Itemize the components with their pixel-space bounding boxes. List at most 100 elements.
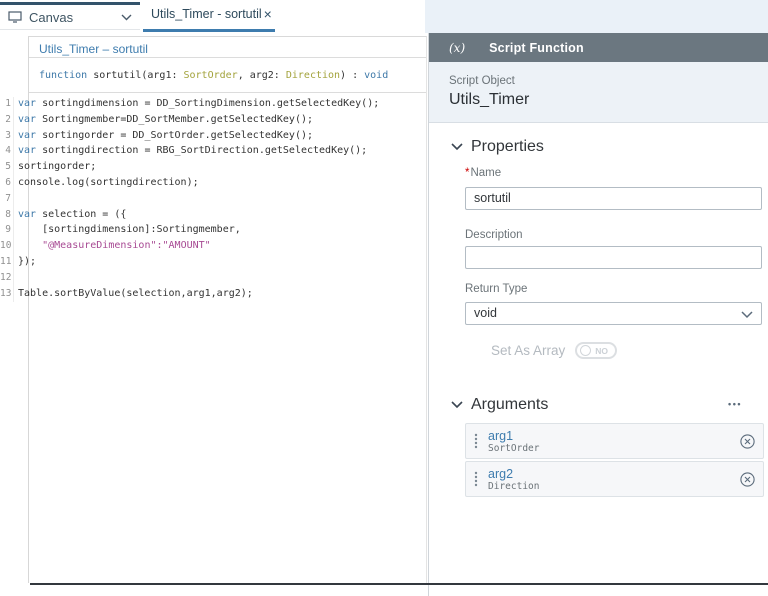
code-token: var	[18, 129, 43, 141]
code-line[interactable]: 9 [sortingdimension]:Sortingmember,	[0, 223, 426, 240]
code-line[interactable]: 8 var selection = ({	[0, 207, 426, 224]
code-token: function	[39, 70, 88, 81]
toggle-state-label: NO	[595, 345, 609, 356]
line-number: 6	[0, 175, 14, 192]
code-token: var	[18, 208, 43, 220]
description-label: Description	[465, 229, 523, 241]
arguments-overflow-menu[interactable]: •••	[728, 399, 742, 409]
argument-info: arg1 SortOrder	[488, 429, 740, 454]
argument-name: arg2	[488, 466, 514, 481]
drag-handle-icon[interactable]	[474, 471, 478, 487]
drag-handle-icon[interactable]	[474, 433, 478, 449]
top-strip	[425, 0, 768, 33]
line-number: 10	[0, 239, 14, 255]
chevron-down-icon	[121, 14, 132, 20]
set-as-array-row: Set As Array NO	[491, 342, 618, 359]
argument-card-arg1[interactable]: arg1 SortOrder	[465, 423, 764, 459]
return-type-value: void	[474, 306, 497, 320]
properties-section-toggle[interactable]: Properties	[451, 138, 544, 156]
argument-type: Direction	[488, 480, 540, 492]
function-signature: function sortutil(arg1: SortOrder, arg2:…	[29, 58, 426, 93]
argument-type: SortOrder	[488, 442, 540, 454]
panel-title: Script Function	[489, 40, 584, 55]
tab-utils-timer-sortutil[interactable]: Utils_Timer - sortutil ×	[143, 2, 275, 32]
code-token: sortingorder;	[18, 161, 97, 173]
script-function-icon: (x)	[449, 40, 466, 55]
argument-name: arg1	[488, 428, 514, 443]
remove-argument-icon[interactable]	[740, 433, 755, 449]
toggle-knob	[580, 345, 592, 356]
code-line[interactable]: 11});	[0, 254, 426, 271]
window-bottom-frame	[30, 583, 768, 585]
chevron-down-icon	[451, 143, 463, 151]
code-token: sortingorder = DD_SortOrder.getSelectedK…	[42, 129, 314, 141]
canvas-dropdown-label: Canvas	[29, 9, 74, 25]
line-number: 13	[0, 286, 14, 303]
canvas-monitor-icon	[8, 11, 22, 23]
code-token: Direction	[285, 70, 341, 81]
line-number: 5	[0, 160, 14, 176]
script-object-value: Utils_Timer	[449, 91, 530, 108]
code-line[interactable]: 7	[0, 191, 426, 208]
code-token: , arg2:	[237, 70, 286, 81]
editor-breadcrumb: Utils_Timer – sortutil	[29, 37, 426, 58]
code-line[interactable]: 13 Table.sortByValue(selection,arg1,arg2)…	[0, 286, 426, 303]
code-line[interactable]: 10 "@MeasureDimension":"AMOUNT"	[0, 239, 426, 255]
return-type-label: Return Type	[465, 283, 528, 295]
tab-close-icon[interactable]: ×	[262, 7, 274, 21]
code-lines[interactable]: 1 var sortingdimension = DD_SortingDimens…	[0, 97, 426, 303]
code-token: sortutil(arg1:	[87, 70, 184, 81]
line-number: 12	[0, 270, 14, 287]
argument-card-arg2[interactable]: arg2 Direction	[465, 461, 764, 497]
line-number: 4	[0, 144, 14, 161]
name-input[interactable]: sortutil	[465, 187, 762, 210]
code-line[interactable]: 3 var sortingorder = DD_SortOrder.getSele…	[0, 128, 426, 145]
set-as-array-toggle[interactable]: NO	[575, 342, 618, 359]
chevron-down-icon	[451, 401, 463, 409]
tab-label: Utils_Timer - sortutil	[151, 7, 262, 21]
canvas-page-dropdown[interactable]: Canvas	[0, 2, 140, 30]
line-number: 2	[0, 112, 14, 129]
code-token: var	[18, 113, 43, 125]
argument-info: arg2 Direction	[488, 467, 740, 492]
line-number: 3	[0, 128, 14, 145]
chevron-down-icon	[741, 311, 753, 319]
code-line[interactable]: 1 var sortingdimension = DD_SortingDimens…	[0, 97, 426, 113]
code-token: var	[18, 145, 43, 157]
code-token: sortingdirection = RBG_SortDirection.get…	[42, 145, 368, 157]
code-line[interactable]: 2 var Sortingmember=DD_SortMember.getSele…	[0, 112, 426, 129]
code-line[interactable]: 4 var sortingdirection = RBG_SortDirectio…	[0, 144, 426, 161]
code-token: selection = ({	[42, 208, 127, 220]
arguments-heading: Arguments	[471, 396, 549, 413]
line-number: 7	[0, 191, 14, 208]
code-line[interactable]: 12	[0, 270, 426, 287]
code-token: [sortingdimension]:Sortingmember,	[18, 224, 241, 236]
name-label: *Name	[465, 167, 502, 179]
line-number: 1	[0, 97, 14, 113]
code-token: ) :	[340, 70, 365, 81]
script-function-panel: (x) Script Function Script Object Utils_…	[428, 33, 768, 596]
line-number: 8	[0, 207, 14, 224]
code-token: Sortingmember=DD_SortMember.getSelectedK…	[42, 113, 314, 125]
properties-heading: Properties	[471, 138, 544, 155]
remove-argument-icon[interactable]	[740, 471, 755, 487]
code-token: });	[18, 255, 37, 267]
script-code-editor[interactable]: Utils_Timer – sortutil function sortutil…	[0, 36, 427, 583]
code-token: sortingdimension = DD_SortingDimension.g…	[42, 98, 380, 109]
code-token: void	[364, 70, 389, 81]
code-line[interactable]: 6 console.log(sortingdirection);	[0, 175, 426, 192]
return-type-select[interactable]: void	[465, 302, 762, 325]
set-as-array-label: Set As Array	[491, 343, 566, 358]
panel-header: (x) Script Function	[429, 33, 768, 62]
script-object-block: Script Object Utils_Timer	[429, 62, 768, 123]
code-line[interactable]: 5 sortingorder;	[0, 160, 426, 176]
line-number: 11	[0, 254, 14, 271]
description-input[interactable]	[465, 246, 762, 269]
code-token: SortOrder	[183, 70, 238, 81]
line-number: 9	[0, 223, 14, 240]
code-token: console.log(sortingdirection);	[18, 176, 199, 188]
code-token: Table.sortByValue(selection,arg1,arg2);	[18, 287, 253, 299]
code-token: "@MeasureDimension":"AMOUNT"	[42, 240, 211, 252]
arguments-section-toggle[interactable]: Arguments	[451, 396, 548, 414]
